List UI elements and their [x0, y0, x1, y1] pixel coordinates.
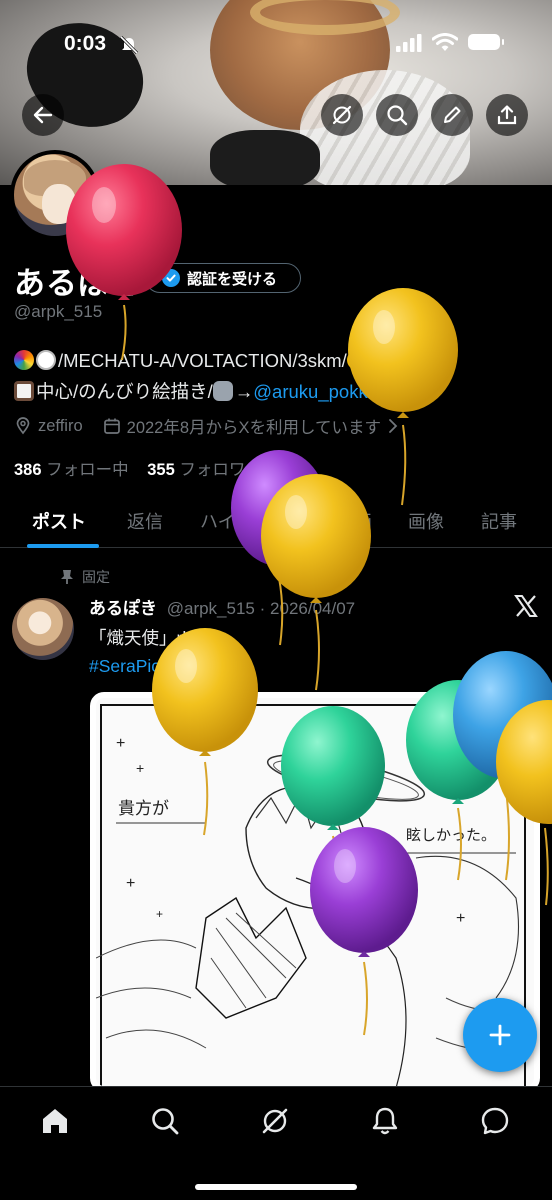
svg-text:+: +: [156, 907, 163, 921]
tab-videos[interactable]: 動画: [336, 508, 372, 534]
display-name: あるぽき: [14, 266, 142, 301]
key-emoji-icon: [212, 381, 233, 401]
profile-bio: /MECHATU-A/VOLTACTION/3skm/ 中心/のんびり絵描き/→…: [14, 345, 544, 407]
rainbow-emoji-icon: [14, 350, 34, 370]
pin-icon: [61, 570, 73, 584]
svg-text:+: +: [136, 760, 144, 776]
share-button[interactable]: [486, 94, 528, 136]
edit-button[interactable]: [431, 94, 473, 136]
svg-text:+: +: [126, 875, 135, 892]
post-separator: ·: [259, 599, 266, 618]
sketch-caption-1: 貴方が: [118, 799, 169, 819]
compose-post-button[interactable]: [463, 998, 537, 1072]
post-author-avatar[interactable]: [12, 598, 74, 660]
tab-media[interactable]: 画像: [408, 508, 444, 534]
pot-emoji-icon: [368, 350, 389, 370]
location-icon: [16, 417, 30, 435]
tab-articles[interactable]: 記事: [481, 508, 517, 534]
back-arrow-icon: [33, 106, 53, 124]
post-author-name[interactable]: あるぽき: [89, 599, 157, 618]
followers-link[interactable]: 355 フォロワー: [147, 461, 262, 479]
grok-button[interactable]: [321, 94, 363, 136]
following-link[interactable]: 386 フォロー中: [14, 461, 129, 479]
search-icon: [152, 1108, 179, 1135]
search-button[interactable]: [376, 94, 418, 136]
wine-emoji-icon: [390, 350, 411, 370]
avatar-image: [14, 154, 96, 236]
edit-icon: [444, 106, 461, 123]
bottom-navigation: [0, 1086, 552, 1200]
profile-handle: @arpk_515: [14, 302, 103, 321]
bell-emoji-icon: [346, 350, 367, 370]
svg-text:+: +: [456, 910, 465, 927]
nav-notifications[interactable]: [365, 1101, 405, 1141]
grok-icon: [332, 105, 352, 125]
notifications-icon: [372, 1107, 398, 1135]
messages-icon: [481, 1107, 509, 1135]
profile-avatar[interactable]: [10, 150, 100, 240]
profile-meta: zeffiro 2022年8月からXを利用しています: [14, 414, 399, 438]
wifi-icon: [432, 33, 458, 51]
tab-highlights[interactable]: ハイライト: [200, 508, 290, 534]
profile-joined-date: 2022年8月からXを利用しています: [126, 419, 382, 437]
verified-badge-icon: [162, 269, 180, 287]
plus-icon: [489, 1024, 511, 1046]
bio-mention-link[interactable]: @aruku_pokki: [253, 381, 372, 402]
nav-home[interactable]: [35, 1101, 75, 1141]
banner-art-glove-2: [210, 130, 320, 185]
post-date[interactable]: 2026/04/07: [270, 599, 355, 618]
diamond-emoji-icon: [412, 349, 434, 371]
post-header: あるぽき @arpk_515 · 2026/04/07: [89, 594, 355, 619]
battery-icon: [468, 34, 504, 50]
nav-grok[interactable]: [255, 1101, 295, 1141]
bio-line-1: /MECHATU-A/VOLTACTION/3skm/: [14, 345, 544, 376]
profile-location: zeffiro: [38, 416, 83, 435]
get-verified-label: 認証を受ける: [187, 270, 278, 288]
tab-posts[interactable]: ポスト: [32, 508, 86, 534]
get-verified-button[interactable]: 認証を受ける: [145, 263, 301, 293]
svg-text:+: +: [116, 735, 125, 752]
home-icon: [43, 1109, 67, 1133]
clock-emoji-icon: [36, 350, 56, 370]
nav-messages[interactable]: [475, 1101, 515, 1141]
post-hashtag[interactable]: #SeraPic: [89, 652, 210, 680]
sketch-caption-2: 眩しかった。: [406, 826, 497, 844]
tab-replies[interactable]: 返信: [127, 508, 163, 534]
post-body: 「熾天使」rkgk #SeraPic: [89, 624, 210, 680]
profile-tabs: ポスト 返信 ハイライト 動画 画像 記事: [0, 500, 552, 548]
search-icon: [387, 105, 408, 126]
home-indicator[interactable]: [195, 1184, 357, 1190]
status-time: 0:03: [64, 32, 107, 55]
post-text: 「熾天使」rkgk: [89, 628, 210, 648]
avatar-face: [42, 184, 76, 224]
status-bar: 0:03: [0, 24, 552, 64]
grok-icon: [262, 1108, 288, 1134]
bio-line-2: 中心/のんびり絵描き/→@aruku_pokki/: [14, 376, 544, 407]
silent-mode-icon: [119, 36, 139, 54]
x-logo-icon[interactable]: [514, 594, 538, 618]
active-tab-indicator: [27, 544, 99, 548]
nav-search[interactable]: [145, 1101, 185, 1141]
pinned-indicator: 固定: [60, 567, 110, 587]
share-icon: [497, 105, 517, 125]
cellular-signal-icon: [396, 34, 422, 52]
chevron-right-icon[interactable]: [387, 418, 399, 434]
post-author-handle: @arpk_515: [166, 599, 255, 618]
follow-stats: 386 フォロー中 355 フォロワー: [14, 456, 262, 480]
calendar-icon: [103, 418, 120, 434]
back-button[interactable]: [22, 94, 64, 136]
coffee-emoji-icon: [14, 381, 34, 401]
